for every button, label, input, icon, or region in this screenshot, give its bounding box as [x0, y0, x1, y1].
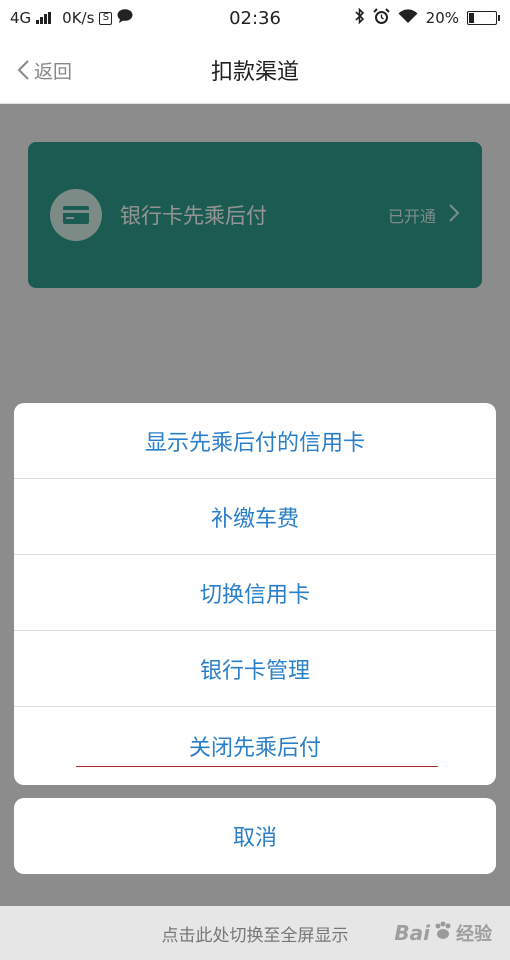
cancel-button[interactable]: 取消	[14, 798, 496, 874]
action-pay-fare[interactable]: 补缴车费	[14, 479, 496, 555]
signal-icon	[36, 12, 52, 24]
back-button[interactable]: 返回	[16, 36, 72, 104]
status-bar: 4G 0K/s S 02:36 20%	[0, 0, 510, 36]
action-close-ride-pay-later[interactable]: 关闭先乘后付	[14, 707, 496, 785]
s-badge-icon: S	[99, 11, 113, 25]
watermark-text-left: Bai	[394, 921, 430, 945]
message-bubble-icon	[117, 9, 133, 27]
wifi-icon	[398, 8, 418, 28]
nav-bar: 返回 扣款渠道	[0, 36, 510, 104]
status-right: 20%	[355, 7, 500, 29]
action-switch-credit-card[interactable]: 切换信用卡	[14, 555, 496, 631]
battery-percent: 20%	[425, 9, 459, 27]
alarm-icon	[372, 7, 390, 29]
status-left: 4G 0K/s S	[10, 9, 355, 27]
red-underline-annotation	[76, 766, 438, 767]
battery-icon	[467, 11, 500, 25]
paw-icon	[432, 920, 454, 947]
fullscreen-toggle-label: 点击此处切换至全屏显示	[161, 925, 349, 946]
bluetooth-icon	[355, 7, 365, 28]
network-speed: 0K/s	[62, 9, 95, 27]
action-sheet: 显示先乘后付的信用卡 补缴车费 切换信用卡 银行卡管理 关闭先乘后付	[14, 403, 496, 785]
back-label: 返回	[34, 60, 73, 83]
watermark: Bai 经验	[394, 909, 492, 957]
watermark-text-right: 经验	[456, 924, 492, 945]
action-bank-card-manage[interactable]: 银行卡管理	[14, 631, 496, 707]
page-title: 扣款渠道	[210, 59, 299, 85]
chevron-left-icon	[17, 60, 29, 80]
network-type: 4G	[10, 9, 32, 27]
action-close-label: 关闭先乘后付	[188, 736, 321, 761]
action-show-credit-card[interactable]: 显示先乘后付的信用卡	[14, 403, 496, 479]
